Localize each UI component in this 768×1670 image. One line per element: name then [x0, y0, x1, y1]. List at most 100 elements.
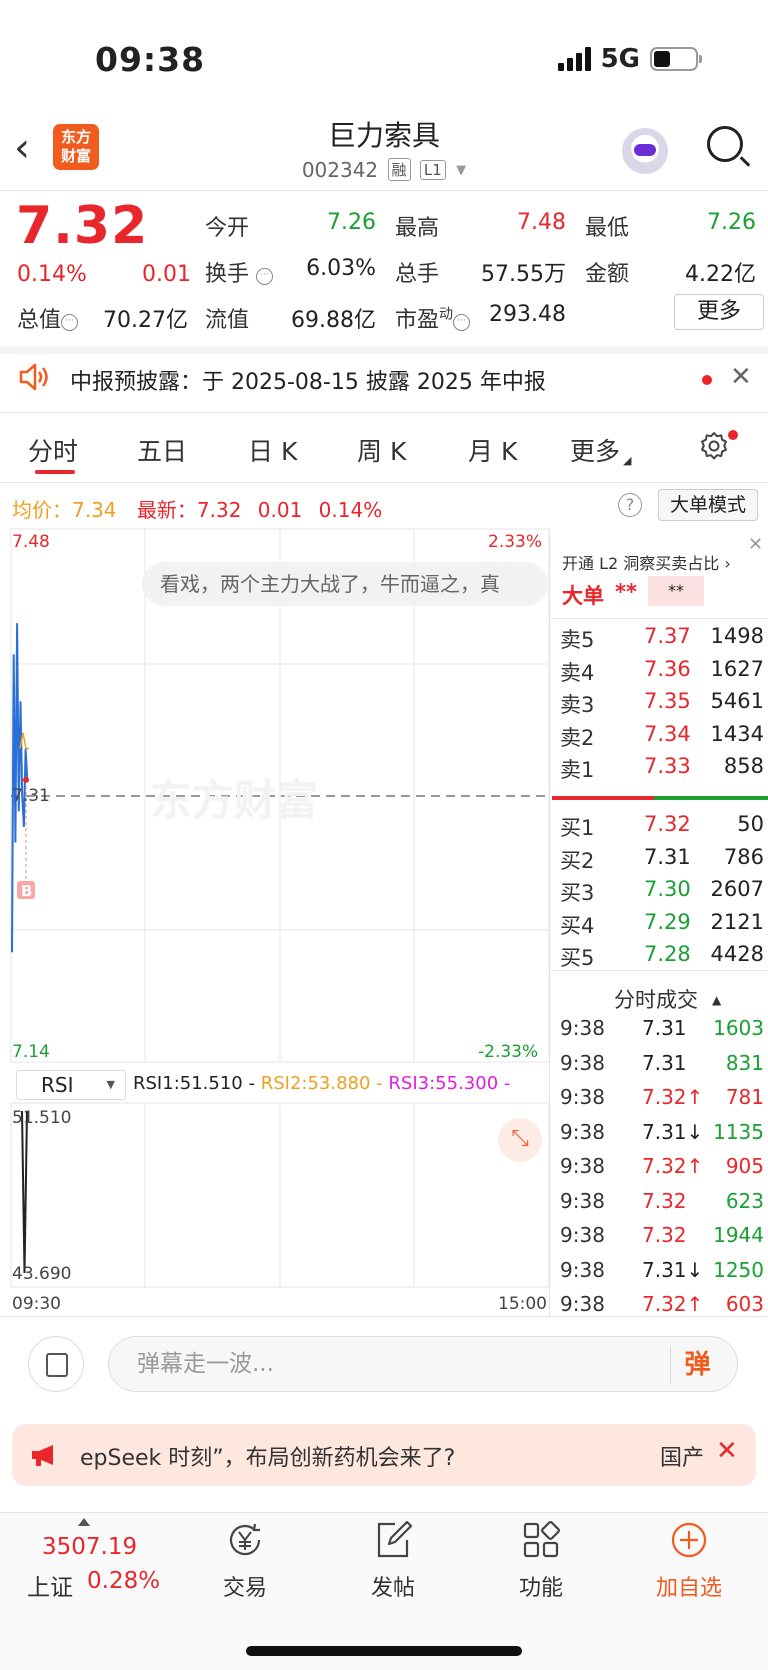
bid-level-label: 买4: [560, 913, 595, 938]
nav-trade[interactable]: 交易: [190, 1520, 300, 1602]
bid-row[interactable]: 买4 7.29 2121: [560, 910, 764, 940]
bid-level-label: 买3: [560, 881, 595, 905]
l2-promo-link[interactable]: 开通 L2 洞察买卖占比 ›: [562, 550, 731, 574]
bid-row[interactable]: 买2 7.31 786: [560, 845, 764, 875]
tick-time: 9:38: [560, 1050, 605, 1075]
rsi-axis-top: 51.510: [12, 1108, 72, 1128]
bid-row[interactable]: 买3 7.30 2607: [560, 877, 764, 907]
bid-price: 7.32: [644, 812, 691, 836]
tab-more[interactable]: 更多 ◢: [570, 432, 631, 468]
battery-icon: [650, 47, 702, 71]
tick-list-title[interactable]: 分时成交 ▲: [614, 984, 721, 1014]
ask-level-label: 卖4: [560, 660, 595, 685]
ask-row[interactable]: 卖1 7.33 858: [560, 754, 764, 784]
bid-row[interactable]: 买1 7.32 50: [560, 812, 764, 842]
bid-level-label: 买1: [560, 816, 595, 840]
tick-row[interactable]: 9:38 7.31 1603: [560, 1016, 764, 1046]
nav-trade-label: 交易: [222, 1576, 267, 1601]
tick-time: 9:38: [560, 1188, 605, 1213]
intraday-chart[interactable]: 东方财富 B: [0, 525, 550, 1315]
comment-list-icon[interactable]: [28, 1336, 84, 1392]
chevron-down-icon: ▼: [456, 163, 467, 178]
big-order-box: **: [648, 576, 704, 606]
tick-row[interactable]: 9:38 7.32↑ 781: [560, 1085, 764, 1115]
bid-level-label: 买5: [560, 946, 595, 970]
tick-row[interactable]: 9:38 7.32 1944: [560, 1223, 764, 1253]
rsi-values: RSI1:51.510 - RSI2:53.880 - RSI3:55.300 …: [133, 1073, 510, 1094]
high-label: 最高: [395, 216, 440, 241]
notice-text[interactable]: 中报预披露：于 2025-08-15 披露 2025 年中报: [70, 364, 546, 396]
ask-row[interactable]: 卖5 7.37 1498: [560, 624, 764, 654]
bid-row[interactable]: 买5 7.28 4428: [560, 942, 764, 972]
big-order-mode-button[interactable]: 大单模式: [658, 489, 758, 521]
turnover-value: 6.03%: [306, 256, 376, 281]
pe-value: 293.48: [489, 302, 566, 327]
tick-price: 7.32↑: [642, 1154, 704, 1178]
info-icon[interactable]: ···: [256, 268, 274, 285]
tick-row[interactable]: 9:38 7.32↑ 603: [560, 1292, 764, 1322]
tick-time: 9:38: [560, 1292, 605, 1316]
rsi1-value: RSI1:51.510 -: [133, 1073, 255, 1094]
plus-circle-icon: [671, 1522, 707, 1558]
tab-monthly-k[interactable]: 月 K: [468, 432, 517, 468]
tick-price: 7.31: [642, 1050, 687, 1075]
amount-value: 4.22亿: [685, 262, 756, 287]
status-time: 09:38: [95, 40, 206, 79]
big-order-label: 大单: [562, 584, 604, 608]
tab-intraday[interactable]: 分时: [28, 432, 78, 468]
home-indicator[interactable]: [246, 1646, 522, 1656]
latest-pct: 0.14%: [318, 498, 383, 522]
ask-row[interactable]: 卖3 7.35 5461: [560, 689, 764, 719]
buy-marker-text[interactable]: B: [21, 882, 32, 900]
open-label: 今开: [205, 216, 250, 241]
tick-row[interactable]: 9:38 7.32 623: [560, 1189, 764, 1219]
gear-icon[interactable]: [698, 430, 730, 462]
ask-volume: 858: [723, 754, 764, 778]
promo-text[interactable]: epSeek 时刻”，布局创新药机会来了?: [80, 1440, 455, 1472]
ask-row[interactable]: 卖4 7.36 1627: [560, 657, 764, 687]
collapse-icon: ▲: [712, 993, 722, 1007]
low-label: 最低: [585, 216, 630, 241]
tick-row[interactable]: 9:38 7.32↑ 905: [560, 1154, 764, 1184]
tick-row[interactable]: 9:38 7.31↓ 1250: [560, 1258, 764, 1288]
ask-price: 7.34: [644, 721, 691, 746]
tab-five-day[interactable]: 五日: [137, 432, 187, 468]
volume-label: 总手: [395, 262, 440, 287]
bid-volume: 786: [723, 844, 764, 869]
tab-daily-k[interactable]: 日 K: [248, 432, 297, 468]
danmu-input[interactable]: 弹幕走一波...: [108, 1336, 738, 1392]
tab-weekly-k[interactable]: 周 K: [357, 432, 406, 468]
indicator-select[interactable]: RSI: [16, 1070, 126, 1100]
float-label: 流值: [205, 308, 250, 333]
expand-icon[interactable]: ⤡: [498, 1118, 542, 1162]
robot-assistant-icon[interactable]: [622, 128, 668, 174]
more-button[interactable]: 更多: [674, 294, 764, 330]
close-icon[interactable]: ✕: [716, 1436, 738, 1466]
signal-icon: [557, 47, 591, 71]
danmu-send-button[interactable]: 弹: [670, 1346, 724, 1384]
info-icon[interactable]: ···: [61, 314, 79, 331]
help-icon[interactable]: ?: [618, 493, 642, 517]
index-name[interactable]: 上证: [27, 1568, 73, 1602]
tick-volume: 905: [725, 1154, 764, 1178]
danmu-bubble[interactable]: 看戏，两个主力大战了，牛而逼之，真: [142, 562, 548, 606]
index-pct[interactable]: 0.28%: [87, 1568, 160, 1594]
nav-function[interactable]: 功能: [486, 1520, 596, 1602]
tick-row[interactable]: 9:38 7.31↓ 1135: [560, 1120, 764, 1150]
index-value[interactable]: 3507.19: [42, 1534, 137, 1560]
latest-label: 最新：: [136, 498, 197, 522]
nav-post[interactable]: 发帖: [338, 1520, 448, 1602]
tick-price: 7.32↑: [642, 1085, 704, 1109]
tick-volume: 603: [725, 1292, 764, 1316]
close-icon[interactable]: ✕: [730, 362, 752, 392]
tick-row[interactable]: 9:38 7.31 831: [560, 1051, 764, 1081]
close-icon[interactable]: ✕: [748, 534, 763, 555]
search-icon[interactable]: [707, 126, 743, 162]
nav-add-watchlist[interactable]: 加自选: [634, 1520, 744, 1602]
ask-volume: 5461: [710, 689, 764, 713]
info-icon[interactable]: ···: [453, 314, 471, 331]
ask-row[interactable]: 卖2 7.34 1434: [560, 722, 764, 752]
y-axis-mid: 7.31: [12, 786, 50, 806]
tick-volume: 1603: [713, 1016, 764, 1040]
expand-up-icon[interactable]: [78, 1518, 90, 1526]
